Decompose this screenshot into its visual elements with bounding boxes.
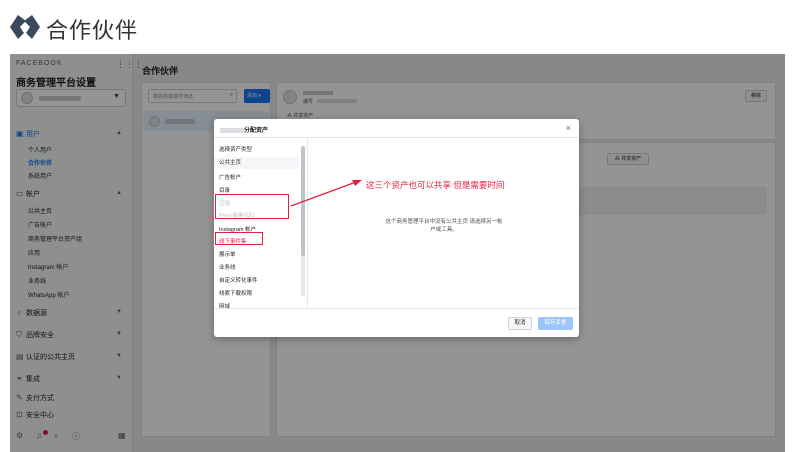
logo-text: 合作伙伴	[46, 18, 139, 43]
business-manager-window: FACEBOOK ⋮⋮⋮ 商务管理平台设置 ▼ ▣ 用户 ▲ 个人用户 合作伙伴 …	[10, 54, 785, 452]
top-banner: 合作伙伴	[0, 0, 800, 54]
annotation-text: 这三个资产也可以共享 但是需要时间	[366, 180, 505, 190]
annotation-arrow	[290, 180, 362, 207]
partner-logo-icon	[10, 15, 40, 39]
